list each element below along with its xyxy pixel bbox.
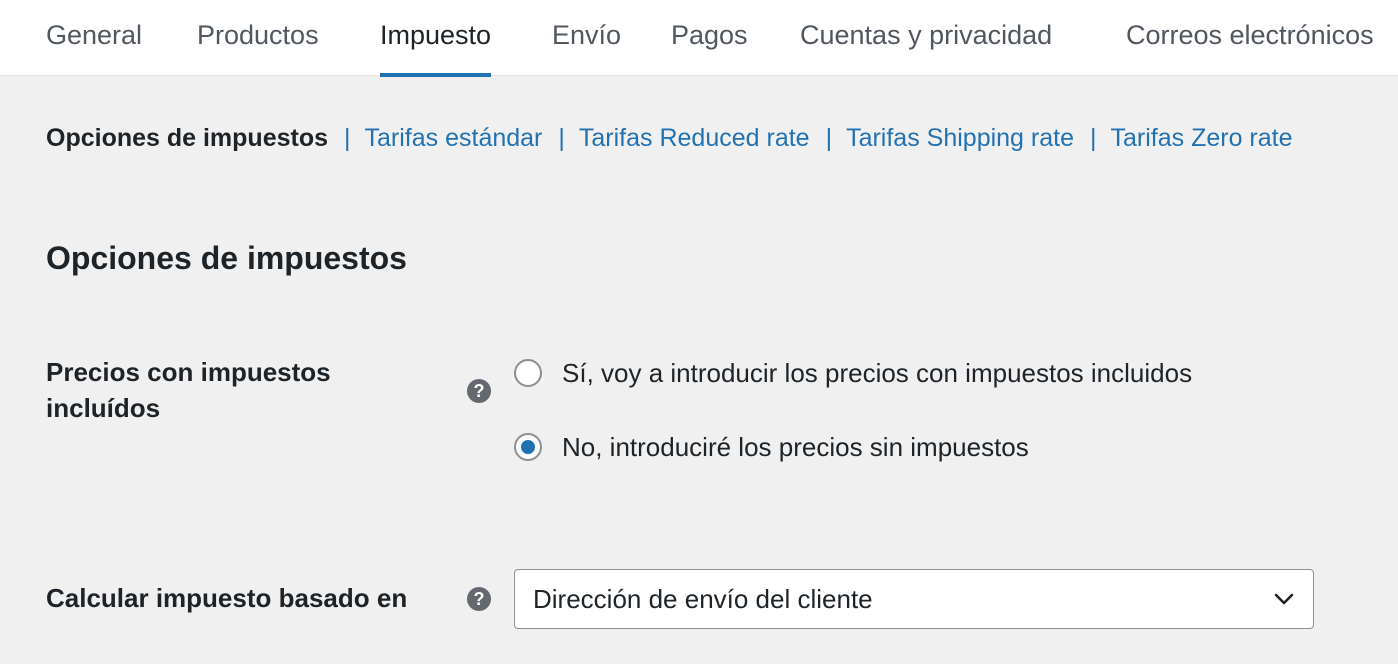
tab-impuesto[interactable]: Impuesto [380,0,492,77]
tab-correos-electronicos[interactable]: Correos electrónicos [1126,0,1374,76]
help-icon[interactable]: ? [467,587,491,611]
settings-tab-bar: General Productos Impuesto Envío Pagos C… [0,0,1398,77]
subnav-link-tarifas-shipping[interactable]: Tarifas Shipping rate [846,124,1074,152]
subnav-separator: | [825,124,833,152]
section-title: Opciones de impuestos [46,240,407,276]
subnav-current: Opciones de impuestos [46,124,329,152]
help-icon[interactable]: ? [467,379,491,403]
tab-envio[interactable]: Envío [552,0,621,76]
radio-button-unchecked[interactable] [514,359,542,387]
subnav-separator: | [1089,124,1097,152]
tab-general[interactable]: General [46,0,142,76]
select-value: Dirección de envío del cliente [533,584,873,614]
tab-productos[interactable]: Productos [197,0,319,76]
radio-label: Sí, voy a introducir los precios con imp… [562,357,1193,388]
radio-button-checked[interactable] [514,433,542,461]
tax-based-on-label: Calcular impuesto basado en [46,583,408,613]
subnav-link-tarifas-estandar[interactable]: Tarifas estándar [365,124,543,152]
prices-include-tax-label: Precios con impuestos incluídos [46,357,331,423]
subnav-separator: | [344,124,351,152]
chevron-down-icon [1274,593,1294,605]
tab-cuentas-privacidad[interactable]: Cuentas y privacidad [800,0,1052,76]
subnav-separator: | [558,124,565,152]
tax-subnav: Opciones de impuestos | Tarifas estándar | T… [46,118,1293,158]
radio-prices-include-tax-no[interactable]: No, introduciré los precios sin impuesto… [514,430,1029,464]
tax-based-on-select[interactable]: Dirección de envío del cliente [514,569,1314,629]
subnav-link-tarifas-reduced[interactable]: Tarifas Reduced rate [579,124,810,152]
subnav-link-tarifas-zero[interactable]: Tarifas Zero rate [1110,124,1292,152]
radio-prices-include-tax-yes[interactable]: Sí, voy a introducir los precios con imp… [514,356,1192,390]
tab-pagos[interactable]: Pagos [671,0,748,76]
radio-label: No, introduciré los precios sin impuesto… [562,431,1029,462]
